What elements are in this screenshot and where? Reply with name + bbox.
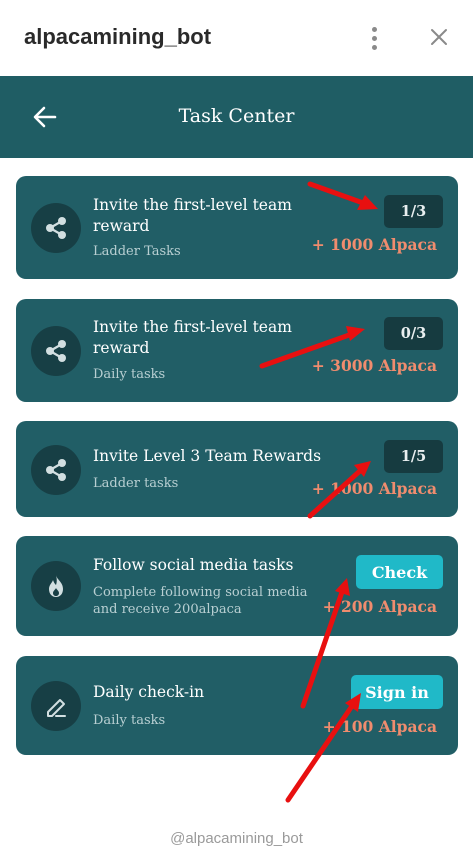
page-title: Task Center xyxy=(178,105,295,127)
task-icon-badge xyxy=(31,561,81,611)
task-card: Invite the first-level team reward Ladde… xyxy=(16,176,458,279)
task-reward: + 1000 Alpaca xyxy=(311,479,437,498)
task-reward: + 200 Alpaca xyxy=(322,597,437,616)
sign-in-button[interactable]: Sign in xyxy=(351,675,443,709)
task-icon-badge xyxy=(31,326,81,376)
task-reward: + 3000 Alpaca xyxy=(311,356,437,375)
task-icon-badge xyxy=(31,681,81,731)
flame-icon xyxy=(49,575,63,597)
task-subtitle: Ladder Tasks xyxy=(93,244,181,259)
task-progress-badge: 0/3 xyxy=(384,317,443,350)
more-vertical-icon-dot xyxy=(371,44,377,50)
share-icon xyxy=(46,340,66,362)
task-subtitle: Daily tasks xyxy=(93,713,166,728)
task-card: Invite Level 3 Team Rewards Ladder tasks… xyxy=(16,421,458,517)
more-options-button[interactable] xyxy=(360,24,388,52)
share-icon xyxy=(46,459,66,481)
task-progress-badge: 1/5 xyxy=(384,440,443,473)
close-button[interactable] xyxy=(424,22,454,52)
check-button[interactable]: Check xyxy=(356,555,443,589)
task-title: Daily check-in xyxy=(93,683,205,701)
task-card: Follow social media tasks Complete follo… xyxy=(16,536,458,636)
task-subtitle: Complete following social media and rece… xyxy=(93,585,308,617)
task-reward: + 100 Alpaca xyxy=(322,717,437,736)
task-reward: + 1000 Alpaca xyxy=(311,235,437,254)
task-subtitle: Daily tasks xyxy=(93,367,166,382)
task-card: Daily check-in Daily tasks Sign in + 100… xyxy=(16,656,458,755)
more-vertical-icon xyxy=(371,26,377,32)
task-title: Invite Level 3 Team Rewards xyxy=(93,447,322,465)
task-progress-badge: 1/3 xyxy=(384,195,443,228)
task-title: Invite the first-level team reward xyxy=(93,196,292,235)
bot-title: alpacamining_bot xyxy=(24,24,212,49)
share-icon xyxy=(46,217,66,239)
page-header: Task Center xyxy=(0,76,473,158)
close-icon xyxy=(431,29,447,45)
task-subtitle: Ladder tasks xyxy=(93,476,179,491)
task-icon-badge xyxy=(31,203,81,253)
footer-handle: @alpacamining_bot xyxy=(170,830,303,847)
task-title: Follow social media tasks xyxy=(93,556,294,574)
task-icon-badge xyxy=(31,445,81,495)
more-vertical-icon-dot xyxy=(371,35,377,41)
task-title: Invite the first-level team reward xyxy=(93,318,292,357)
pen-icon xyxy=(47,699,66,717)
top-bar: alpacamining_bot xyxy=(0,0,473,76)
task-card: Invite the first-level team reward Daily… xyxy=(16,299,458,402)
